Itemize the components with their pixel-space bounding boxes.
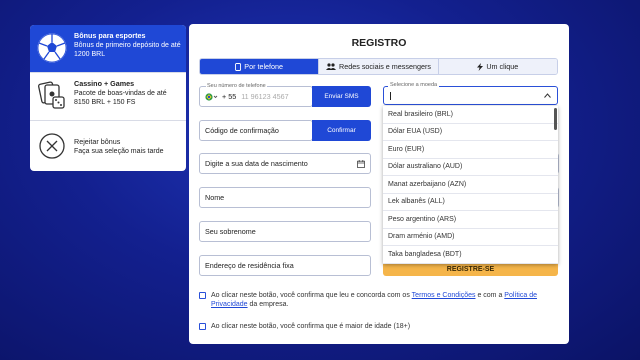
confirmation-code-placeholder: Código de confirmação <box>205 126 279 135</box>
calendar-icon[interactable] <box>357 160 365 168</box>
terms-checkbox[interactable] <box>199 292 206 299</box>
terms-consent-row: Ao clicar neste botão, você confirma que… <box>199 291 559 309</box>
currency-option[interactable]: Euro (EUR) <box>383 141 558 159</box>
age-checkbox[interactable] <box>199 323 206 330</box>
tab-phone[interactable]: Por telefone <box>200 59 320 74</box>
page-title: REGISTRO <box>351 37 407 49</box>
currency-option[interactable]: Manat azerbaijano (AZN) <box>383 176 558 194</box>
bonus-option-reject[interactable]: Rejeitar bônus Faça sua seleção mais tar… <box>30 121 186 171</box>
bonus-desc: Pacote de boas-vindas de até 8150 BRL + … <box>74 90 167 106</box>
bonus-desc: Faça sua seleção mais tarde <box>74 147 164 155</box>
currency-option[interactable]: Dólar australiano (AUD) <box>383 159 558 176</box>
registration-tabs: Por telefone Redes sociais e messengers … <box>199 58 558 75</box>
send-sms-button[interactable]: Enviar SMS <box>312 86 371 107</box>
bonus-title: Rejeitar bônus <box>74 136 121 146</box>
privacy-link-cont[interactable]: Privacidade <box>211 301 248 308</box>
tab-social[interactable]: Redes sociais e messengers <box>319 59 439 74</box>
registration-card: REGISTRO Por telefone Redes sociais e me… <box>189 24 569 344</box>
phone-label: Seu número de telefone <box>206 83 267 89</box>
phone-placeholder: 11 96123 4567 <box>241 92 289 101</box>
bonus-option-casino[interactable]: Cassino + Games Pacote de boas-vindas de… <box>30 73 186 121</box>
name-placeholder: Nome <box>205 193 225 202</box>
tab-label: Por telefone <box>244 62 284 71</box>
privacy-link[interactable]: Política de <box>504 292 537 299</box>
confirmation-code-input[interactable]: Código de confirmação <box>199 120 313 141</box>
users-icon <box>326 63 337 70</box>
bonus-panel: Bônus para esportes Bônus de primeiro de… <box>30 25 186 171</box>
currency-label: Selecione a moeda <box>388 82 440 88</box>
soccer-ball-icon <box>35 31 69 65</box>
phone-icon <box>235 62 242 71</box>
terms-text-start: Ao clicar neste botão, você confirma que… <box>211 292 410 299</box>
currency-option[interactable]: Real brasileiro (BRL) <box>383 106 558 124</box>
address-input[interactable]: Endereço de residência fixa <box>199 255 371 276</box>
currency-option[interactable]: Dram arménio (AMD) <box>383 229 558 246</box>
surname-input[interactable]: Seu sobrenome <box>199 221 371 242</box>
terms-text-mid: e com a <box>477 292 503 299</box>
surname-placeholder: Seu sobrenome <box>205 227 256 236</box>
terms-link[interactable]: Termos e Condições <box>412 292 476 299</box>
lightning-icon <box>477 62 484 71</box>
birthdate-placeholder: Digite a sua data de nascimento <box>205 159 308 168</box>
birthdate-input[interactable]: Digite a sua data de nascimento <box>199 153 371 174</box>
terms-text-end: da empresa. <box>249 301 289 308</box>
tab-one-click[interactable]: Um clique <box>438 59 557 74</box>
register-button-label: REGISTRE-SE <box>446 266 495 273</box>
tab-label: Redes sociais e messengers <box>339 62 431 71</box>
currency-option[interactable]: Lek albanês (ALL) <box>383 194 558 211</box>
brazil-flag-icon <box>205 92 218 101</box>
name-input[interactable]: Nome <box>199 187 371 208</box>
confirm-button[interactable]: Confirmar <box>312 120 371 141</box>
terms-text: Ao clicar neste botão, você confirma que… <box>211 291 559 309</box>
bonus-title: Bônus para esportes <box>74 31 146 40</box>
currency-option[interactable]: Taka bangladesa (BDT) <box>383 246 558 264</box>
chevron-up-icon <box>544 93 551 98</box>
bonus-option-sports[interactable]: Bônus para esportes Bônus de primeiro de… <box>30 25 186 73</box>
address-placeholder: Endereço de residência fixa <box>205 261 294 270</box>
scrollbar[interactable] <box>554 108 557 130</box>
currency-dropdown[interactable]: Real brasileiro (BRL) Dólar EUA (USD) Eu… <box>383 106 558 264</box>
phone-country-code: + 55 <box>222 92 237 101</box>
register-button[interactable]: REGISTRE-SE <box>383 263 558 276</box>
age-text: Ao clicar neste botão, você confirma que… <box>211 323 411 330</box>
age-consent-row: Ao clicar neste botão, você confirma que… <box>199 322 559 331</box>
tab-label: Um clique <box>486 62 519 71</box>
reject-x-icon <box>35 129 69 163</box>
currency-option[interactable]: Dólar EUA (USD) <box>383 124 558 141</box>
bonus-title: Cassino + Games <box>74 79 135 88</box>
bonus-desc: Bônus de primeiro depósito de até 1200 B… <box>74 42 181 58</box>
text-caret <box>390 92 391 100</box>
phone-field[interactable]: + 55 11 96123 4567 <box>199 86 313 107</box>
currency-select[interactable] <box>383 86 558 105</box>
currency-option[interactable]: Peso argentino (ARS) <box>383 211 558 229</box>
casino-cards-dice-icon <box>35 79 69 113</box>
